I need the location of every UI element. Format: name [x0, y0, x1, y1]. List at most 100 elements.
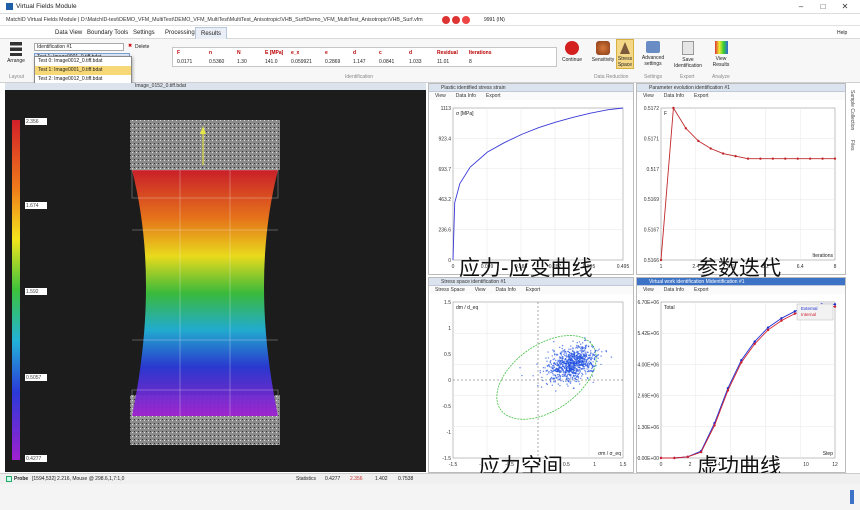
save-identification-button[interactable]: Save Identification [672, 41, 704, 69]
plot-tab-1[interactable]: Data Info [456, 93, 476, 99]
dropdown-item-0[interactable]: Test 0: Image0012_0.tiff.bdat [35, 57, 131, 66]
scatter-point [593, 357, 596, 359]
menu-settings[interactable]: Settings [128, 27, 160, 39]
plot-tabs: View Data Info Export [429, 92, 633, 100]
sample-collection-tab[interactable]: Sample Collection [849, 90, 855, 130]
plot-tab-3[interactable]: Export [526, 287, 540, 293]
stress-space-button[interactable]: Stress Space [616, 39, 634, 69]
plot-tab-0[interactable]: View [435, 93, 446, 99]
y-tick-label: 1.5 [444, 300, 451, 306]
stop-icon[interactable] [442, 16, 450, 24]
scatter-point [561, 357, 564, 360]
plot-tab-1[interactable]: View [475, 287, 486, 293]
maximize-button[interactable]: □ [812, 1, 834, 13]
scatter-point [567, 350, 569, 353]
data-point [766, 326, 770, 329]
view-results-button[interactable]: View Results [708, 41, 734, 68]
scatter-point [574, 371, 576, 374]
scatter-point [567, 354, 570, 356]
plot-canvas[interactable]: 1113923.4693.7463.2236.600 0.099 0.188 0.28… [429, 100, 633, 274]
scatter-point [547, 357, 550, 359]
plot-tab-2[interactable]: Export [486, 93, 500, 99]
menu-boundary-tools[interactable]: Boundary Tools [82, 27, 133, 39]
scatter-point [560, 379, 562, 382]
files-tab[interactable]: Files [849, 140, 855, 151]
scatter-point [562, 349, 564, 352]
sensitivity-button[interactable]: Sensitivity [590, 41, 616, 63]
scatter-point [554, 359, 557, 362]
x-tick-label: 1 [660, 264, 663, 270]
scatter-point [578, 346, 581, 349]
scatter-point [569, 375, 571, 377]
specimen-image [5, 90, 426, 472]
help-button[interactable]: Help [832, 27, 852, 39]
y-axis-label: dm / d_eq [456, 305, 478, 311]
scatter-point [564, 354, 566, 357]
scatter-point [571, 376, 574, 378]
scatter-point [550, 377, 552, 380]
scatter-point [563, 375, 565, 377]
plot-tab-0[interactable]: Stress Space [435, 287, 465, 293]
arrange-button[interactable]: Arrange [5, 42, 27, 64]
menu-file[interactable]: File [32, 27, 52, 39]
scatter-point [577, 357, 579, 360]
scatter-point [562, 380, 565, 383]
scatter-point [545, 370, 547, 372]
plot-canvas[interactable]: 1.510.50-0.5-1-1.5-1.5 -1 -0.5 0 0.5 1 1.5dm /… [429, 294, 633, 472]
scatter-point [585, 373, 587, 375]
scatter-point [539, 372, 542, 374]
plot-canvas[interactable]: 6.70E+06 5.42E+06 4.00E+06 2.69E+06 1.30E+06… [636, 294, 845, 472]
delete-icon[interactable]: ✖ [128, 43, 132, 49]
scatter-point [521, 374, 523, 377]
probe-checkbox[interactable] [6, 476, 12, 482]
scatter-point [558, 368, 560, 370]
plot-tab-0[interactable]: View [643, 287, 654, 293]
scatter-point [568, 356, 571, 359]
continue-button[interactable]: Continue [562, 41, 582, 63]
alert-icon[interactable] [462, 16, 470, 24]
scatter-point [588, 369, 590, 371]
continue-icon [565, 41, 579, 55]
scatter-point [592, 381, 594, 384]
scatter-point [569, 355, 572, 357]
identification-select[interactable]: Identification #1 [34, 43, 124, 51]
scatter-point [610, 356, 613, 358]
menu-results[interactable]: Results [195, 27, 228, 39]
x-tick-label: 0.5 [563, 462, 570, 468]
y-tick-label: -1 [447, 430, 452, 436]
plot-tab-2[interactable]: Export [694, 287, 708, 293]
scatter-point [553, 377, 555, 380]
record-icon[interactable] [452, 16, 460, 24]
scatter-point [586, 368, 588, 370]
stat-min: 0.4277 [325, 476, 341, 482]
plot-tab-0[interactable]: View [643, 93, 654, 99]
scatter-point [547, 351, 549, 353]
scatter-point [572, 371, 575, 373]
table-value-1: 0.5360 [209, 59, 225, 65]
scatter-point [587, 370, 590, 373]
data-point [726, 389, 730, 392]
menu-processing[interactable]: Processing [160, 27, 200, 39]
y-tick-label: -0.5 [442, 404, 451, 410]
x-axis-label: Step [823, 451, 834, 457]
advanced-settings-button[interactable]: Advanced settings [640, 41, 666, 67]
scrollbar-indicator[interactable] [850, 490, 854, 504]
minimize-button[interactable]: – [790, 1, 812, 13]
delete-button[interactable]: Delete [135, 44, 149, 50]
plot-tab-2[interactable]: Export [694, 93, 708, 99]
dropdown-item-1[interactable]: Test 1: Image0001_0.tiff.bdat [35, 66, 131, 75]
scatter-point [570, 369, 573, 371]
bottom-bar [0, 484, 860, 510]
close-button[interactable]: ✕ [834, 1, 856, 13]
plot-canvas[interactable]: 0.51720.51710.5170.51690.51670.51661 2.4 3… [637, 100, 845, 274]
scatter-point [580, 377, 582, 380]
scatter-point [565, 364, 567, 367]
plot-tab-1[interactable]: Data Info [664, 93, 684, 99]
plot-tab-1[interactable]: Data Info [664, 287, 684, 293]
plot-tab-2[interactable]: Data Info [496, 287, 516, 293]
scatter-point [592, 353, 594, 355]
scatter-point [577, 353, 579, 355]
scatter-point [557, 364, 559, 367]
settings-group-label: Settings [644, 74, 663, 80]
scatter-point [573, 355, 576, 357]
